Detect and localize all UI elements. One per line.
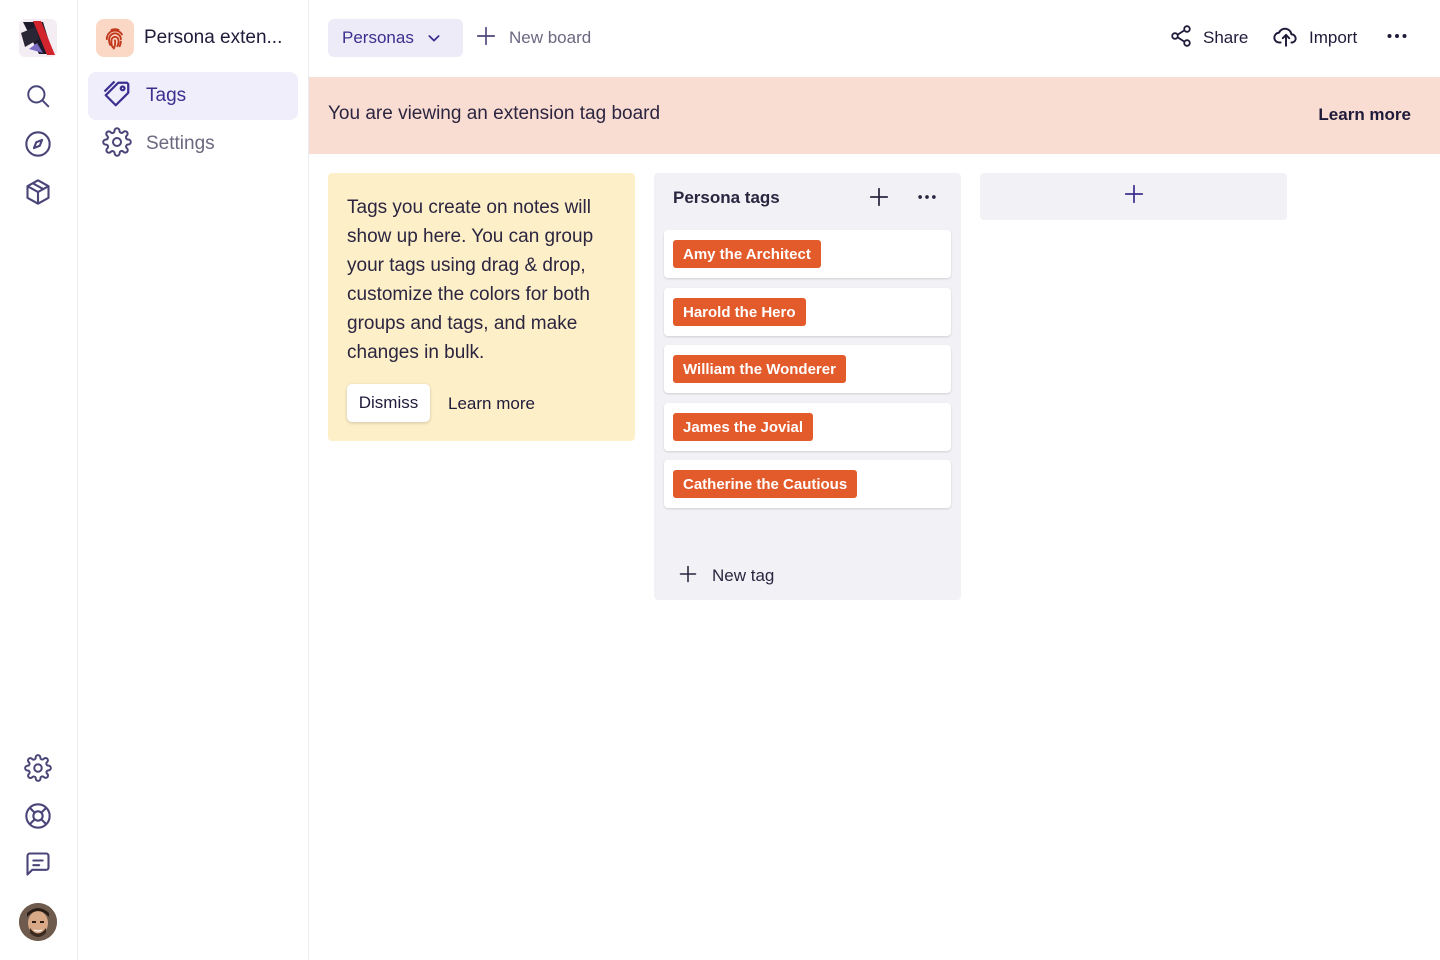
sidebar-item-label: Settings bbox=[146, 133, 215, 154]
tag-icon bbox=[102, 79, 132, 114]
gear-icon bbox=[102, 126, 132, 162]
tag-card[interactable]: William the Wonderer bbox=[664, 345, 951, 393]
new-tag-button[interactable]: New tag bbox=[678, 563, 774, 589]
extension-name: Persona exten... bbox=[144, 27, 283, 48]
tag-card[interactable]: James the Jovial bbox=[664, 403, 951, 451]
app-logo-icon[interactable] bbox=[19, 19, 57, 57]
top-bar: Personas New board Share Import bbox=[309, 0, 1440, 77]
user-avatar[interactable] bbox=[19, 903, 57, 941]
cube-icon[interactable] bbox=[22, 176, 54, 208]
gear-icon[interactable] bbox=[22, 752, 54, 784]
extension-sidebar: Persona exten... Tags Settings bbox=[78, 0, 309, 960]
import-button[interactable]: Import bbox=[1273, 19, 1357, 57]
banner-text: You are viewing an extension tag board bbox=[328, 103, 661, 124]
board-selector[interactable]: Personas bbox=[328, 19, 463, 57]
search-icon[interactable] bbox=[22, 80, 54, 112]
new-board-label: New board bbox=[509, 28, 592, 47]
icon-rail bbox=[0, 0, 78, 960]
more-horizontal-icon bbox=[1385, 24, 1409, 53]
plus-icon bbox=[475, 25, 497, 52]
tag-pill: William the Wonderer bbox=[673, 355, 846, 383]
compass-icon[interactable] bbox=[22, 128, 54, 160]
more-options-button[interactable] bbox=[1385, 19, 1409, 57]
dismiss-button[interactable]: Dismiss bbox=[347, 384, 430, 422]
tag-pill: Harold the Hero bbox=[673, 298, 806, 326]
new-board-button[interactable]: New board bbox=[475, 19, 591, 57]
banner-learn-more-link[interactable]: Learn more bbox=[1318, 105, 1411, 125]
extension-header[interactable]: Persona exten... bbox=[96, 19, 301, 57]
tag-card[interactable]: Catherine the Cautious bbox=[664, 460, 951, 508]
sidebar-item-settings[interactable]: Settings bbox=[88, 120, 298, 168]
share-icon bbox=[1169, 24, 1193, 53]
tag-card[interactable]: Harold the Hero bbox=[664, 288, 951, 336]
tag-pill: James the Jovial bbox=[673, 413, 814, 441]
board-selector-label: Personas bbox=[342, 28, 414, 47]
column-more-icon[interactable] bbox=[914, 184, 940, 210]
chat-icon[interactable] bbox=[22, 848, 54, 880]
lifebuoy-icon[interactable] bbox=[22, 800, 54, 832]
share-button[interactable]: Share bbox=[1169, 19, 1248, 57]
sidebar-item-label: Tags bbox=[146, 85, 187, 106]
chevron-down-icon bbox=[426, 30, 442, 46]
add-group-button[interactable] bbox=[980, 173, 1287, 220]
extension-banner: You are viewing an extension tag board L… bbox=[309, 77, 1440, 154]
tags-info-card: Tags you create on notes will show up he… bbox=[328, 173, 635, 441]
new-tag-label: New tag bbox=[712, 566, 775, 585]
info-card-text: Tags you create on notes will show up he… bbox=[347, 197, 594, 363]
cloud-upload-icon bbox=[1273, 23, 1299, 54]
plus-icon bbox=[678, 564, 698, 589]
import-label: Import bbox=[1309, 28, 1358, 47]
tag-pill: Amy the Architect bbox=[673, 240, 821, 268]
sidebar-item-tags[interactable]: Tags bbox=[88, 72, 298, 120]
plus-icon bbox=[1123, 183, 1145, 210]
fingerprint-icon bbox=[96, 19, 134, 57]
tag-group-column: Persona tags Amy the Architect Harold th… bbox=[654, 173, 961, 600]
share-label: Share bbox=[1203, 28, 1249, 47]
info-learn-more-link[interactable]: Learn more bbox=[448, 394, 535, 414]
add-tag-icon[interactable] bbox=[866, 184, 892, 210]
tag-card[interactable]: Amy the Architect bbox=[664, 230, 951, 278]
tag-pill: Catherine the Cautious bbox=[673, 470, 858, 498]
column-title: Persona tags bbox=[673, 188, 780, 207]
